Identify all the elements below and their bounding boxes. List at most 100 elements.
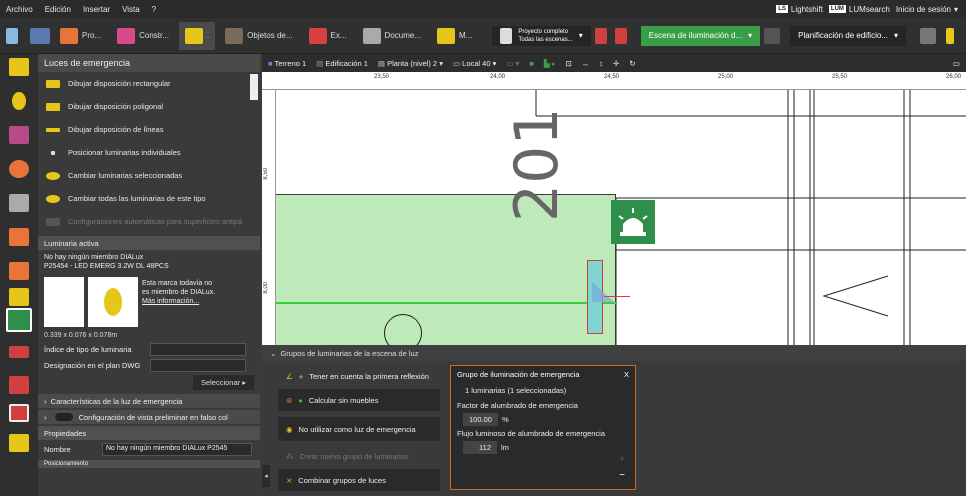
change-selected-item[interactable]: Cambiar luminarias seleccionadas (38, 164, 260, 187)
type-index-input[interactable] (150, 342, 246, 356)
single-luminaire-icon (51, 150, 55, 155)
ruler-label: 24,50 (604, 74, 620, 80)
login-button[interactable]: Inicio de sesión ▾ (896, 5, 958, 14)
terrain-crumb[interactable]: ■ Terreno 1 (268, 59, 306, 68)
save-icon[interactable] (6, 27, 18, 44)
clear-icon[interactable] (614, 27, 627, 44)
door-tool-icon[interactable] (9, 376, 29, 394)
window-tool-icon[interactable] (9, 404, 29, 422)
calc-without-furniture-toggle[interactable]: ⊛ ● Calcular sin muebles (278, 389, 440, 411)
properties-header: Propiedades (38, 426, 260, 440)
emergency-props-section[interactable]: › Características de la luz de emergenci… (38, 394, 260, 408)
no-emergency-toggle[interactable]: ◉ No utilizar como luz de emergencia (278, 417, 440, 441)
room-tool-icon[interactable] (9, 228, 29, 246)
measure-tool-icon[interactable] (9, 194, 29, 212)
emergency-props-label: Características de la luz de emergencia (50, 396, 183, 406)
wrench-tool-icon[interactable] (9, 262, 29, 280)
lumsearch-link[interactable]: LUM LUMsearch (828, 4, 890, 14)
toolbar-project[interactable]: Pro... (54, 22, 107, 50)
first-reflection-label: Tener en cuenta la primera reflexión (309, 371, 429, 381)
sensor-tool-icon[interactable] (9, 346, 29, 358)
emergency-tool-icon[interactable] (6, 308, 32, 332)
height-icon[interactable]: ↕ (599, 59, 603, 68)
plan-canvas[interactable]: 201 (276, 90, 966, 345)
local-crumb[interactable]: ▭ Local 40 ▾ (453, 59, 496, 68)
toolbar-documents[interactable]: Docume... (357, 22, 427, 50)
emergency-exit-sign[interactable] (611, 200, 655, 244)
draw-rectangular-item[interactable]: Dibujar disposición rectangular (38, 72, 260, 95)
light-bulb-icon[interactable] (945, 27, 954, 44)
lumsearch-label: LUMsearch (848, 4, 890, 14)
draw-lines-item[interactable]: Dibujar disposición de líneas (38, 118, 260, 141)
preview-toggle[interactable] (54, 413, 73, 421)
luminaire-groups-panel: ⌄ Grupos de luminarias de la escena de l… (262, 345, 966, 496)
emergency-group-card[interactable]: Grupo de iluminación de emergencia X 1 lu… (450, 365, 636, 490)
menu-edicion[interactable]: Edición (39, 5, 77, 14)
collapse-left-icon[interactable]: ◂ (262, 465, 270, 487)
draw-polygonal-item[interactable]: Dibujar disposición poligonal (38, 95, 260, 118)
combine-groups-button[interactable]: ⨯ Combinar grupos de luces (278, 469, 440, 491)
delete-icon[interactable] (594, 27, 607, 44)
main-toolbar: Pro... Constr... . Objetos de... Ex... D… (0, 18, 966, 54)
active-luminaire-info: No hay ningún miembro DIALux P25454 - LE… (38, 250, 260, 274)
menu-archivo[interactable]: Archivo (0, 5, 39, 14)
light-icon (184, 27, 203, 44)
bulb-tool-icon[interactable] (12, 92, 26, 110)
item-label: Dibujar disposición de líneas (68, 125, 164, 134)
project-line1: Proyecto completo (518, 28, 569, 35)
eraser-icon[interactable] (919, 27, 936, 44)
planning-select[interactable]: Planificación de edificio... ▾ (790, 25, 906, 46)
lightshift-link[interactable]: LS Lightshift (776, 5, 823, 14)
arrangement-tool-icon[interactable] (9, 126, 29, 144)
floor-crumb[interactable]: ▤ Planta (nivel) 2 ▾ (378, 59, 443, 68)
menu-help[interactable]: ? (146, 5, 162, 14)
notice-line2: es miembro de DIALux. (142, 289, 216, 296)
stairs-tool-icon[interactable] (9, 434, 29, 452)
change-all-icon (46, 194, 60, 203)
rotate-icon[interactable]: ↻ (629, 59, 635, 68)
more-info-link[interactable]: Más información... (142, 297, 215, 306)
building-crumb[interactable]: ▤ Edificación 1 (316, 59, 368, 68)
groups-panel-header[interactable]: ⌄ Grupos de luminarias de la escena de l… (262, 345, 966, 361)
undo-icon[interactable] (30, 27, 50, 44)
remove-icon[interactable]: − (619, 470, 625, 481)
factor-input[interactable]: 100.00 (463, 413, 498, 426)
luminaire-tool-icon[interactable] (9, 58, 29, 76)
toolbar-monitor[interactable]: M... (431, 22, 478, 50)
project-select[interactable]: Proyecto completo Todas las escenas... ▾ (492, 25, 591, 46)
menu-insertar[interactable]: Insertar (77, 5, 116, 14)
project-icon (60, 27, 78, 44)
toolbar-light[interactable]: . (178, 21, 216, 50)
dwg-input[interactable] (150, 358, 246, 372)
change-all-type-item[interactable]: Cambiar todas las luminarias de este tip… (38, 187, 260, 210)
emergency-off-icon: ◉ (286, 424, 293, 434)
dimension-icon[interactable]: ↔ (582, 59, 590, 68)
name-input[interactable]: No hay ningún miembro DIALux P2545 (102, 442, 252, 456)
toolbar-export[interactable]: Ex... (303, 22, 353, 50)
fill-icon[interactable]: ■ (529, 59, 534, 68)
preview-config-section[interactable]: › Configuración de vista preliminar en f… (38, 410, 260, 424)
flux-input[interactable]: 112 (463, 441, 497, 454)
lshape-icon[interactable]: ▙ ▸ (544, 59, 556, 68)
room-shape-icon[interactable]: ▭ ▾ (506, 59, 519, 68)
active-line2: P25454 - LED EMERG 3.2W DL 48PCS (44, 263, 169, 270)
toolbar-construction[interactable]: Constr... (111, 22, 175, 50)
item-label: Dibujar disposición poligonal (68, 102, 164, 111)
select-button[interactable]: Seleccionar ▸ (192, 375, 254, 390)
panel-scrollbar[interactable] (250, 74, 258, 100)
move-icon[interactable]: ✛ (613, 59, 619, 68)
create-group-button[interactable]: ⁂ Crear nuevo grupo de luminarias (278, 445, 440, 467)
scene-add-icon[interactable] (764, 27, 781, 44)
menu-vista[interactable]: Vista (116, 5, 146, 14)
fit-view-icon[interactable]: ⊡ (565, 59, 571, 68)
add-icon[interactable]: + (619, 454, 625, 465)
first-reflection-toggle[interactable]: ∠ ● Tener en cuenta la primera reflexión (278, 365, 440, 387)
scene-select[interactable]: Escena de iluminación d... ▾ (640, 25, 761, 46)
screen-icon[interactable]: ▭ (953, 59, 966, 68)
layers-tool-icon[interactable] (9, 288, 29, 306)
toolbar-objects[interactable]: Objetos de... (219, 22, 298, 50)
position-single-item[interactable]: Posicionar luminarias individuales (38, 141, 260, 164)
color-tool-icon[interactable] (9, 160, 29, 178)
positioning-header: Posicionamiento (38, 460, 260, 468)
close-icon[interactable]: X (624, 370, 629, 379)
